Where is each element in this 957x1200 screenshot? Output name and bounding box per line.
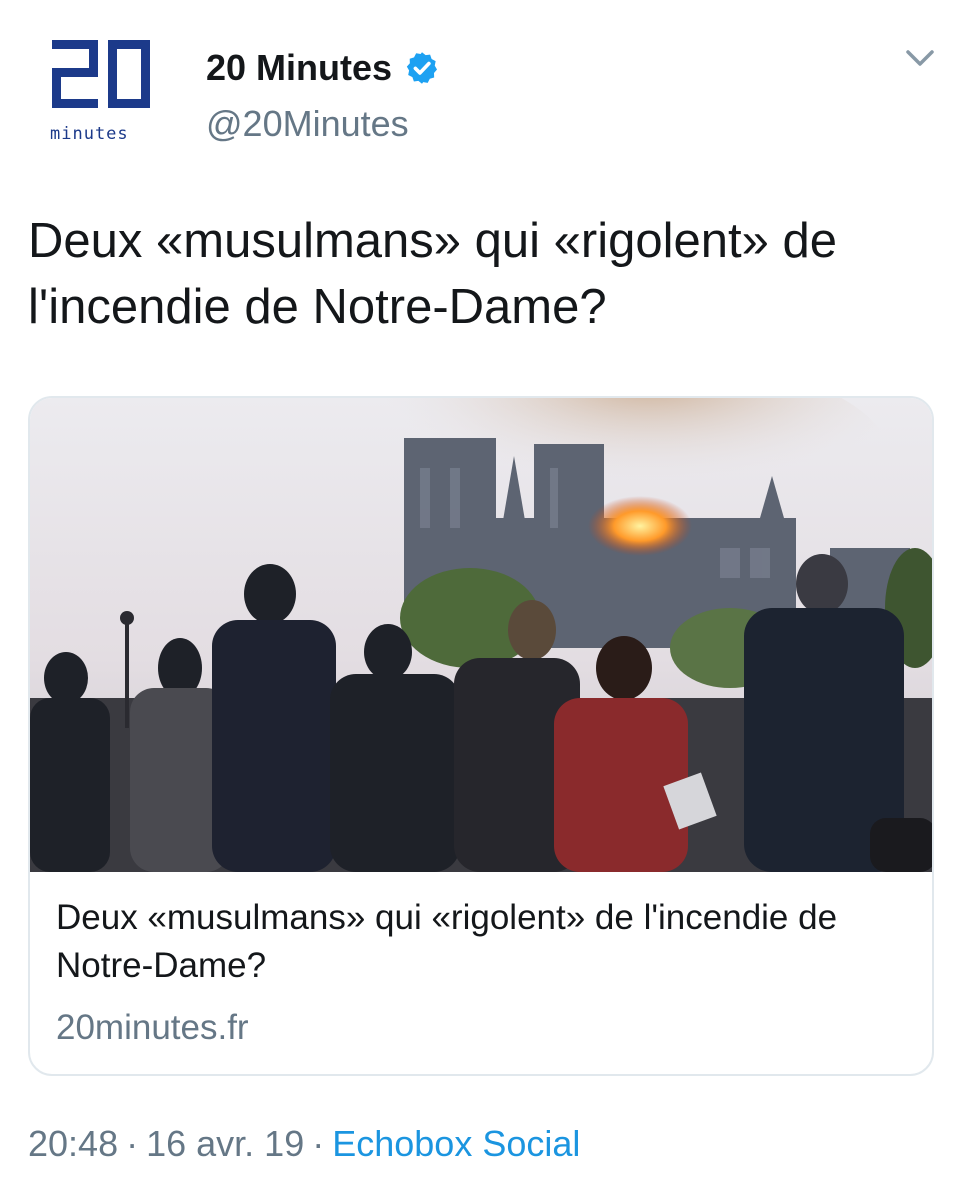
link-card[interactable]: Deux «musulmans» qui «rigolent» de l'inc… xyxy=(28,396,934,1076)
meta-separator: · xyxy=(312,1123,325,1164)
display-name-row: 20 Minutes xyxy=(206,44,440,92)
card-image[interactable] xyxy=(30,398,932,872)
chevron-down-icon[interactable] xyxy=(900,44,940,74)
notre-dame-fire-photo xyxy=(30,398,932,872)
verified-badge-icon xyxy=(404,50,440,86)
tweet-date[interactable]: 16 avr. 19 xyxy=(146,1123,304,1164)
meta-separator: · xyxy=(126,1123,139,1164)
user-block[interactable]: 20 Minutes @20Minutes xyxy=(206,44,440,148)
tweet-time[interactable]: 20:48 xyxy=(28,1123,118,1164)
tweet-text: Deux «musulmans» qui «rigolent» de l'inc… xyxy=(28,214,837,334)
tweet-meta: 20:48 · 16 avr. 19 · Echobox Social xyxy=(28,1118,580,1170)
tweet: minutes 20 Minutes @20Minutes Deux «musu… xyxy=(0,0,957,1200)
user-handle[interactable]: @20Minutes xyxy=(206,100,440,148)
card-title[interactable]: Deux «musulmans» qui «rigolent» de l'inc… xyxy=(56,894,916,990)
card-domain[interactable]: 20minutes.fr xyxy=(56,1004,249,1052)
display-name[interactable]: 20 Minutes xyxy=(206,44,392,92)
account-avatar[interactable]: minutes xyxy=(30,28,180,148)
tweet-source-link[interactable]: Echobox Social xyxy=(332,1123,580,1164)
logo-caption: minutes xyxy=(50,124,129,144)
